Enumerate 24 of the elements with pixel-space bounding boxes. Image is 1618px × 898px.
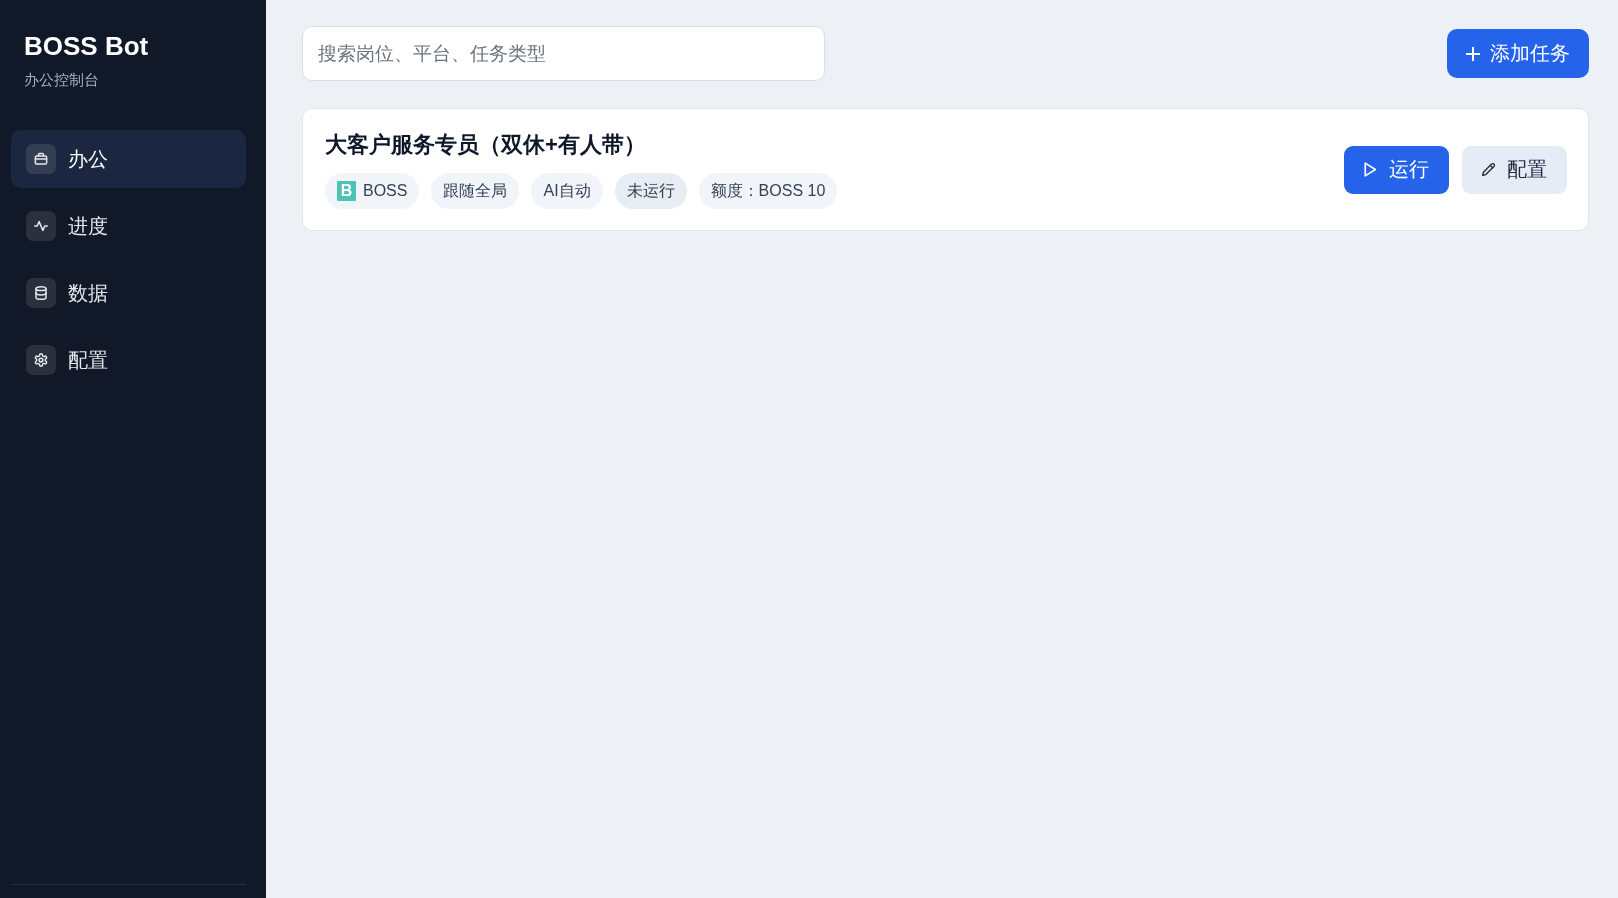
task-title: 大客户服务专员（双休+有人带）: [325, 131, 647, 159]
pulse-icon: [26, 211, 56, 241]
nav-item[interactable]: 数据: [11, 264, 246, 322]
settings-icon: [26, 345, 56, 375]
info-tag: 额度：BOSS 10: [698, 173, 838, 209]
add-task-button[interactable]: 添加任务: [1447, 29, 1589, 78]
search-field[interactable]: 搜索岗位、平台、任务类型: [302, 26, 825, 81]
database-icon: [26, 278, 56, 308]
app-subtitle: 办公控制台: [24, 70, 100, 90]
nav-item[interactable]: 进度: [11, 197, 246, 255]
platform-logo: B: [337, 181, 356, 201]
app-title: BOSS Bot: [24, 30, 150, 62]
play-icon: [1364, 162, 1377, 177]
status-tag: 未运行: [614, 173, 687, 209]
tag-label: BOSS: [363, 182, 408, 200]
info-tag: AI自动: [531, 173, 603, 209]
run-button[interactable]: 运行: [1344, 145, 1449, 194]
nav-item[interactable]: 办公: [11, 130, 246, 188]
briefcase-icon: [26, 144, 56, 174]
plus-icon: [1466, 46, 1480, 61]
nav-item[interactable]: 配置: [11, 331, 246, 389]
pencil-icon: [1482, 162, 1495, 177]
info-tag: 跟随全局: [431, 173, 520, 209]
edit-button[interactable]: 配置: [1462, 145, 1567, 194]
